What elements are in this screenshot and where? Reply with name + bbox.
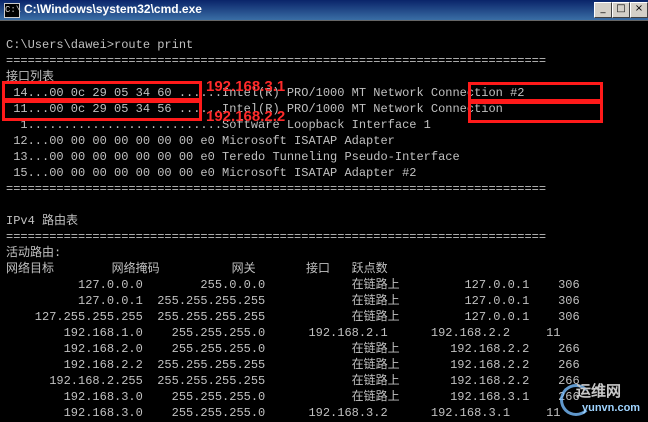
console-line: 网络目标 网络掩码 网关 接口 跃点数 <box>6 262 388 276</box>
highlight-box-mac-11 <box>2 100 202 121</box>
console-line: C:\Users\dawei>route print <box>6 38 194 52</box>
console-line: 127.255.255.255 255.255.255.255 在链路上 127… <box>6 310 580 324</box>
annotation-ip-1: 192.168.3.1 <box>206 78 286 95</box>
close-button[interactable]: × <box>630 2 648 18</box>
watermark-logo: 运维网 <box>576 382 622 400</box>
watermark: 运维网 yunvn.com <box>556 380 648 420</box>
highlight-box-connection <box>468 101 603 123</box>
console-line: 192.168.2.2 255.255.255.255 在链路上 192.168… <box>6 358 580 372</box>
annotation-ip-2: 192.168.2.2 <box>206 108 286 125</box>
console-line: ========================================… <box>6 182 547 196</box>
console-line: 127.0.0.1 255.255.255.255 在链路上 127.0.0.1… <box>6 294 580 308</box>
console-line: 192.168.2.255 255.255.255.255 在链路上 192.1… <box>6 374 580 388</box>
cmd-icon: C:\ <box>4 3 21 18</box>
console-line: 192.168.2.0 255.255.255.0 在链路上 192.168.2… <box>6 342 580 356</box>
minimize-button[interactable]: _ <box>594 2 612 18</box>
console-line: IPv4 路由表 <box>6 214 79 228</box>
highlight-box-mac-14 <box>2 81 202 101</box>
console-line: 192.168.3.0 255.255.255.0 在链路上 192.168.3… <box>6 390 580 404</box>
highlight-box-connection-2 <box>468 82 603 102</box>
window-title: C:\Windows\system32\cmd.exe <box>24 2 202 16</box>
console-line: 15...00 00 00 00 00 00 00 e0 Microsoft I… <box>6 166 417 180</box>
console-line: 192.168.1.0 255.255.255.0 192.168.2.1 19… <box>6 326 561 340</box>
console-line: 12...00 00 00 00 00 00 00 e0 Microsoft I… <box>6 134 395 148</box>
console-line: 127.0.0.0 255.0.0.0 在链路上 127.0.0.1 306 <box>6 278 580 292</box>
console-line: 13...00 00 00 00 00 00 00 e0 Teredo Tunn… <box>6 150 460 164</box>
console-line: ========================================… <box>6 230 547 244</box>
watermark-domain: yunvn.com <box>582 402 641 414</box>
title-bar[interactable]: C:\ C:\Windows\system32\cmd.exe _ □ × <box>0 0 648 21</box>
maximize-button[interactable]: □ <box>612 2 630 18</box>
console-line: 192.168.3.0 255.255.255.0 192.168.3.2 19… <box>6 406 561 420</box>
console-line: 活动路由: <box>6 246 62 260</box>
console-line: ========================================… <box>6 54 547 68</box>
